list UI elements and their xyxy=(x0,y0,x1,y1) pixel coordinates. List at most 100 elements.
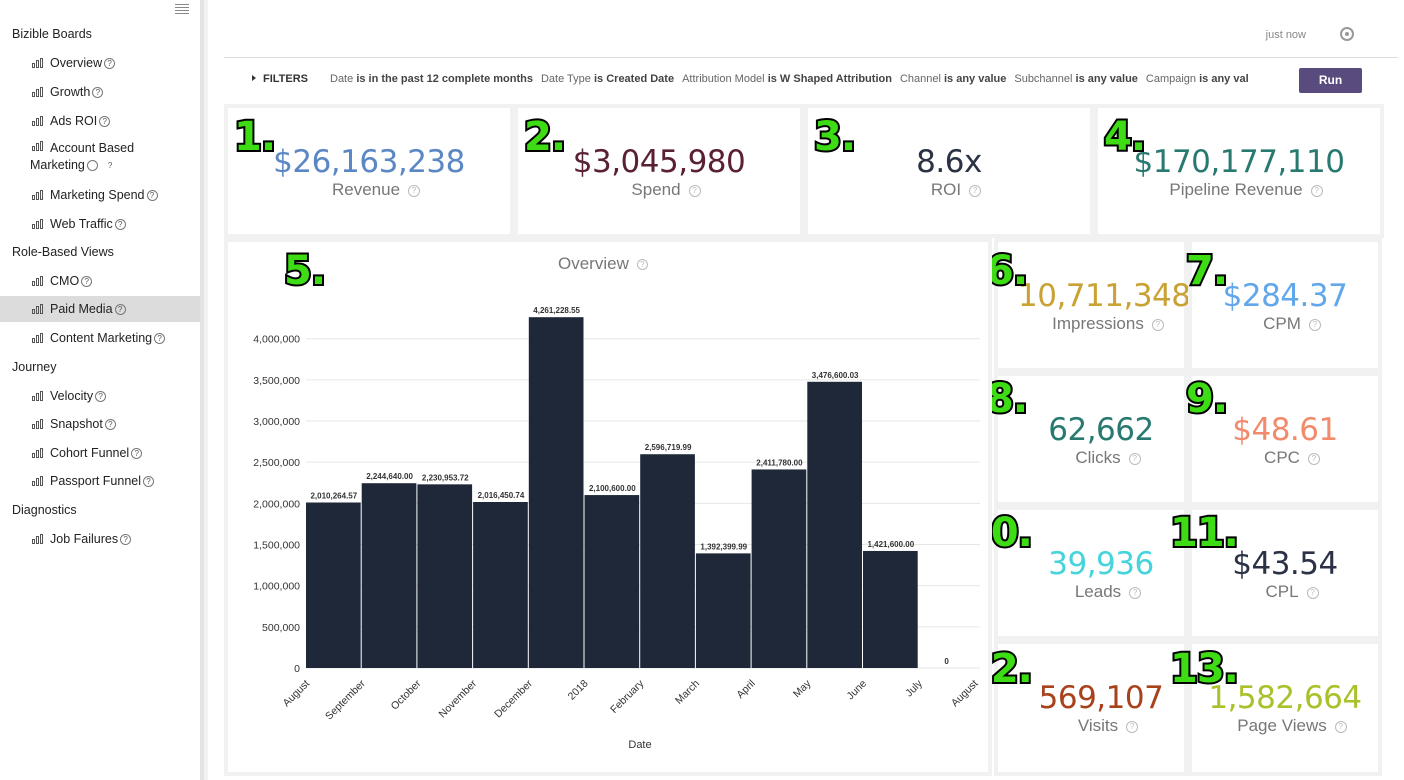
sidebar-item-ads-roi[interactable]: Ads ROI? xyxy=(0,108,200,134)
help-icon[interactable]: ? xyxy=(120,534,132,546)
y-tick-label: 3,500,000 xyxy=(253,375,300,387)
filters-toggle[interactable]: FILTERS xyxy=(252,73,308,85)
kpi-label: Leads? xyxy=(998,582,1184,602)
main-content: just now FILTERS Date is in the past 12 … xyxy=(208,0,1404,780)
help-icon[interactable]: ? xyxy=(1126,720,1139,733)
sidebar-item-job-failures[interactable]: Job Failures? xyxy=(0,526,200,552)
sidebar-item-text: Ads ROI xyxy=(50,114,98,128)
help-icon[interactable]: ? xyxy=(99,116,111,128)
help-icon[interactable]: ? xyxy=(143,476,155,488)
filter-operator: is Created Date xyxy=(593,73,675,85)
bar[interactable] xyxy=(584,495,640,668)
filter-date-type[interactable]: Date Type is Created Date xyxy=(541,73,674,85)
sidebar-item-snapshot[interactable]: Snapshot? xyxy=(0,411,200,437)
bar[interactable] xyxy=(306,502,361,668)
filter-attribution-model[interactable]: Attribution Model is W Shaped Attributio… xyxy=(682,73,892,85)
help-icon[interactable]: ? xyxy=(1306,586,1319,599)
x-axis-title: Date xyxy=(628,739,651,751)
kpi-tile-cpc[interactable]: $48.61 CPC? 9. xyxy=(1184,372,1382,506)
kpi-tile-leads[interactable]: 39,936 Leads? 10. xyxy=(962,506,1188,640)
x-tick-label: June xyxy=(845,678,870,703)
help-icon[interactable]: ? xyxy=(1128,452,1141,465)
menu-icon[interactable] xyxy=(175,4,189,16)
help-icon[interactable]: ? xyxy=(114,304,126,316)
sidebar-item-velocity[interactable]: Velocity? xyxy=(0,383,200,409)
filter-channel[interactable]: Channel is any value xyxy=(900,73,1006,85)
x-tick-label: August xyxy=(281,678,313,710)
filter-list: Date is in the past 12 complete months Da… xyxy=(330,73,1286,85)
bar[interactable] xyxy=(807,381,862,668)
bar[interactable] xyxy=(751,469,807,668)
bar[interactable] xyxy=(695,553,751,668)
kpi-tile-clicks[interactable]: 62,662 Clicks? 8. xyxy=(984,372,1188,506)
help-icon[interactable]: ? xyxy=(146,190,158,202)
help-icon[interactable]: ? xyxy=(1151,318,1164,331)
filter-subchannel[interactable]: Subchannel is any value xyxy=(1014,73,1138,85)
bar[interactable] xyxy=(417,484,473,668)
bar-chart-icon xyxy=(32,304,45,314)
kpi-tile-page-views[interactable]: 1,582,664 Page Views? 13. xyxy=(1168,640,1382,776)
filter-operator: is any value xyxy=(943,73,1007,85)
bar[interactable] xyxy=(473,501,528,668)
kpi-label: Revenue? xyxy=(228,180,510,200)
help-icon[interactable]: ? xyxy=(92,87,104,99)
sidebar-item-cohort-funnel[interactable]: Cohort Funnel? xyxy=(0,440,200,466)
help-icon[interactable]: ? xyxy=(688,184,701,197)
sidebar-item-text: Passport Funnel xyxy=(50,474,142,488)
filter-operator: is in the past 12 complete months xyxy=(356,73,533,85)
annotation-number: 6. xyxy=(984,246,1030,296)
sidebar-item-text: Content Marketing xyxy=(50,331,153,345)
help-icon[interactable]: ? xyxy=(1129,586,1142,599)
sidebar-item-account-based-marketing[interactable]: Account Based Marketing? xyxy=(0,137,200,172)
kpi-tile-cpm[interactable]: $284.37 CPM? 7. xyxy=(1184,238,1382,372)
sidebar-item-marketing-spend[interactable]: Marketing Spend? xyxy=(0,182,200,208)
help-icon[interactable]: ? xyxy=(408,184,421,197)
bar[interactable] xyxy=(863,550,918,668)
bar[interactable] xyxy=(361,483,417,668)
kpi-tile-roi[interactable]: 8.6x ROI? 3. xyxy=(804,104,1094,238)
sidebar-item-growth[interactable]: Growth? xyxy=(0,79,200,105)
gear-icon[interactable] xyxy=(1340,27,1354,41)
sidebar-item-cmo[interactable]: CMO? xyxy=(0,268,200,294)
sidebar-item-overview[interactable]: Overview? xyxy=(0,50,200,76)
sidebar: Bizible Boards Overview? Growth? Ads ROI? Ac… xyxy=(0,0,204,780)
help-icon[interactable]: ? xyxy=(81,276,93,288)
help-icon[interactable]: ? xyxy=(1334,720,1347,733)
run-button[interactable]: Run xyxy=(1299,68,1362,93)
kpi-tile-impressions[interactable]: 10,711,348 Impressions? 6. xyxy=(984,238,1191,372)
help-icon[interactable]: ? xyxy=(95,391,107,403)
kpi-tile-revenue[interactable]: $26,163,238 Revenue? 1. xyxy=(224,104,514,238)
kpi-tile-pipeline-revenue[interactable]: $170,177,110 Pipeline Revenue? 4. xyxy=(1094,104,1384,238)
help-icon[interactable]: ? xyxy=(104,419,116,431)
bar[interactable] xyxy=(528,317,584,668)
kpi-label: Visits? xyxy=(998,716,1184,736)
sidebar-item-text: Job Failures xyxy=(50,532,119,546)
help-icon[interactable]: ? xyxy=(969,184,982,197)
bar[interactable] xyxy=(640,454,695,668)
help-icon[interactable]: ? xyxy=(154,333,166,345)
kpi-label: Impressions? xyxy=(998,314,1184,334)
sidebar-item-label: Marketing Spend? xyxy=(50,188,158,202)
bar-chart-icon xyxy=(32,58,45,68)
help-icon[interactable]: ? xyxy=(114,219,126,231)
help-icon[interactable]: ? xyxy=(1307,452,1320,465)
kpi-label: CPC? xyxy=(1192,448,1378,468)
filter-campaign[interactable]: Campaign is any val xyxy=(1146,73,1249,85)
kpi-tile-spend[interactable]: $3,045,980 Spend? 2. xyxy=(514,104,804,238)
sidebar-item-passport-funnel[interactable]: Passport Funnel? xyxy=(0,468,200,494)
help-icon[interactable]: ? xyxy=(1310,184,1323,197)
bar-chart-icon xyxy=(32,476,45,486)
y-tick-label: 2,000,000 xyxy=(253,498,300,510)
x-tick-label: 2018 xyxy=(566,678,591,703)
sidebar-item-paid-media[interactable]: Paid Media? xyxy=(0,296,200,322)
help-icon[interactable]: ? xyxy=(104,58,116,70)
help-icon[interactable]: ? xyxy=(131,448,143,460)
sidebar-item-content-marketing[interactable]: Content Marketing? xyxy=(0,325,200,351)
sidebar-item-web-traffic[interactable]: Web Traffic? xyxy=(0,211,200,237)
kpi-tile-visits[interactable]: 569,107 Visits? 12. xyxy=(962,640,1188,776)
help-icon[interactable]: ? xyxy=(1308,318,1321,331)
bar-chart-icon xyxy=(32,219,45,229)
filter-date[interactable]: Date is in the past 12 complete months xyxy=(330,73,533,85)
kpi-tile-cpl[interactable]: $43.54 CPL? 11. xyxy=(1168,506,1382,640)
help-icon[interactable]: ? xyxy=(86,160,112,172)
